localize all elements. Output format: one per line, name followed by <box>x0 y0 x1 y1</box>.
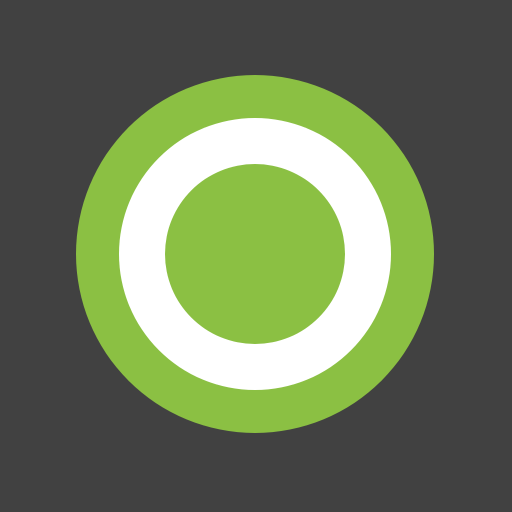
app-icon-canvas <box>0 0 512 512</box>
center-dot <box>165 164 345 344</box>
radio-button-checked-icon <box>76 75 434 433</box>
